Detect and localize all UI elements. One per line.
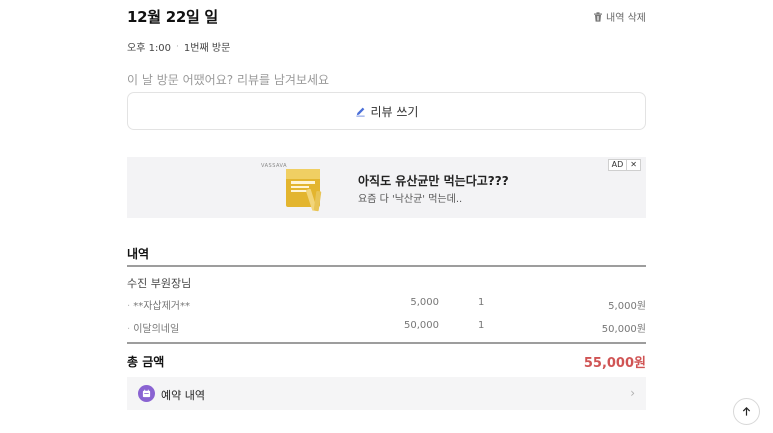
header-row: 12월 22일 일 내역 삭제: [127, 6, 646, 28]
visit-time: 오후 1:00: [127, 43, 172, 54]
line-item-name-text: **자삽제거**: [133, 301, 190, 312]
chevron-right-icon: ›: [630, 386, 635, 400]
ad-banner[interactable]: VASSAVA 아직도 유산균만 먹는다고??? 요즘 다 '낙산균' 먹는데.…: [127, 157, 646, 218]
visit-count: 1번째 방문: [183, 43, 231, 54]
reservation-detail-page: 12월 22일 일 내역 삭제 오후 1:00 · 1번째 방문 이 날 방문 …: [0, 0, 773, 433]
total-value: 55,000원: [583, 356, 646, 371]
line-item-qty: 1: [478, 320, 485, 331]
ad-close-icon[interactable]: ✕: [627, 160, 640, 170]
calendar-icon: [138, 385, 155, 402]
total-label: 총 금액: [127, 355, 165, 369]
calendar-glyph: [142, 389, 151, 398]
details-divider-top: [127, 265, 646, 267]
ad-subtitle: 요즘 다 '낙산균' 먹는데..: [358, 194, 463, 205]
write-review-label: 리뷰 쓰기: [370, 104, 419, 119]
delete-history-button[interactable]: 내역 삭제: [593, 9, 646, 24]
line-item-name-text: 이달의네일: [133, 324, 180, 335]
trash-icon: [594, 11, 603, 22]
ad-product-image: [286, 169, 322, 212]
ad-label: AD: [609, 160, 628, 170]
line-item-bullet: ·: [127, 301, 131, 312]
line-item-qty: 1: [478, 297, 485, 308]
delete-history-label: 내역 삭제: [606, 13, 646, 24]
review-prompt: 이 날 방문 어땠어요? 리뷰를 남겨보세요: [127, 73, 330, 87]
date-title: 12월 22일 일: [127, 8, 218, 26]
pencil-icon: [355, 107, 365, 116]
line-item-amount: 50,000원: [601, 324, 646, 335]
line-item: · **자삽제거** 5,000 1 5,000원: [127, 297, 646, 313]
line-item-price: 5,000: [410, 297, 439, 308]
details-section-title: 내역: [127, 247, 150, 261]
arrow-up-icon: [742, 406, 751, 416]
line-item-amount: 5,000원: [608, 301, 646, 312]
visit-separator: ·: [176, 41, 179, 52]
line-item-bullet: ·: [127, 324, 131, 335]
reservation-history-label: 예약 내역: [161, 389, 205, 402]
line-item-price: 50,000: [404, 320, 439, 331]
ad-badge: AD ✕: [607, 159, 641, 171]
line-item: · 이달의네일 50,000 1 50,000원: [127, 320, 646, 336]
details-divider-bottom: [127, 342, 646, 344]
write-review-button[interactable]: 리뷰 쓰기: [127, 92, 646, 130]
line-item-name: · 이달의네일: [127, 320, 179, 335]
line-item-name: · **자삽제거**: [127, 297, 190, 312]
staff-group-name: 수진 부원장님: [127, 277, 192, 290]
scroll-to-top-button[interactable]: [733, 398, 760, 425]
ad-title: 아직도 유산균만 먹는다고???: [358, 174, 509, 188]
visit-info: 오후 1:00 · 1번째 방문: [127, 39, 231, 55]
reservation-history-link[interactable]: 예약 내역 ›: [127, 377, 646, 410]
